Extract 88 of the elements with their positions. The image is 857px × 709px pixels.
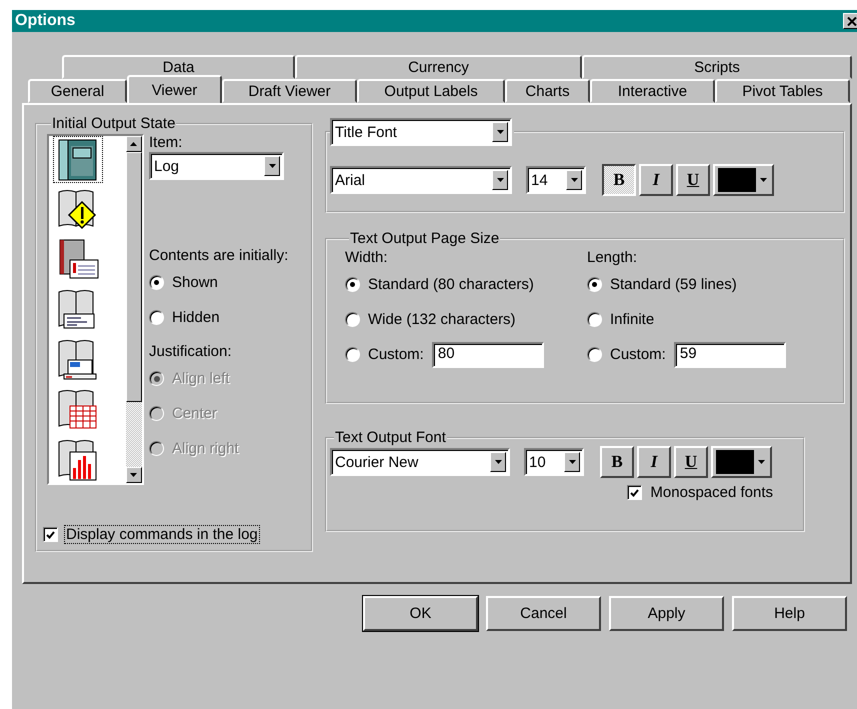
close-icon — [847, 16, 857, 26]
combo-value: Courier New — [335, 454, 420, 470]
color-picker-button[interactable] — [711, 446, 772, 478]
font-dropdown[interactable]: Arial — [330, 166, 512, 194]
close-button[interactable] — [843, 13, 857, 29]
radio-label[interactable]: Custom: — [610, 346, 666, 363]
radio-label[interactable]: Standard (80 characters) — [368, 276, 534, 293]
radio-label[interactable]: Standard (59 lines) — [610, 276, 737, 293]
combo-value: Arial — [335, 172, 366, 188]
dialog-button[interactable]: OK — [363, 596, 478, 631]
dropdown-button[interactable] — [492, 170, 508, 190]
radio-label[interactable]: Shown — [172, 274, 218, 291]
window-title: Options — [15, 12, 76, 30]
scroll-down-icon — [130, 473, 138, 477]
caret-icon — [496, 130, 504, 134]
checkbox-label[interactable]: Display commands in the log — [64, 525, 260, 544]
item-dropdown[interactable]: Log — [149, 152, 284, 180]
dropdown-button[interactable] — [264, 156, 280, 176]
group-title: Text Output Font — [334, 429, 447, 446]
dialog-button[interactable]: Apply — [609, 596, 724, 631]
combo-value: 14 — [531, 172, 549, 188]
radio-button[interactable] — [345, 277, 360, 292]
radio-button[interactable] — [345, 312, 360, 327]
combo-value: 10 — [529, 454, 547, 470]
dropdown-button[interactable] — [564, 452, 580, 472]
dropdown-button[interactable] — [566, 170, 582, 190]
tab[interactable]: Viewer — [127, 75, 222, 103]
radio-button[interactable] — [345, 347, 360, 362]
radio-label[interactable]: Infinite — [610, 311, 654, 328]
field-label: Width: — [345, 249, 389, 267]
field-label: Item: — [149, 134, 184, 152]
bold-button[interactable]: B — [602, 164, 636, 196]
tab[interactable]: Pivot Tables — [715, 79, 850, 103]
radio-label[interactable]: Wide (132 characters) — [368, 311, 516, 328]
font-category-dropdown[interactable]: Title Font — [330, 118, 512, 146]
radio-button[interactable] — [149, 275, 164, 290]
caret-icon — [268, 164, 276, 168]
radio-button[interactable] — [587, 312, 602, 327]
tab[interactable]: Interactive — [590, 79, 715, 103]
color-picker-button[interactable] — [713, 164, 774, 196]
field-label: Length: — [587, 249, 638, 267]
check-icon — [630, 488, 640, 496]
underline-button[interactable]: U — [676, 164, 710, 196]
radio-button[interactable] — [587, 347, 602, 362]
italic-button[interactable]: I — [637, 446, 671, 478]
font-dropdown[interactable]: Courier New — [330, 448, 510, 476]
dialog-button[interactable]: Cancel — [486, 596, 601, 631]
scroll-thumb[interactable] — [126, 152, 142, 402]
scrollbar[interactable] — [126, 136, 142, 483]
field-label: Contents are initially: — [149, 247, 288, 265]
radio-button[interactable] — [587, 277, 602, 292]
tab[interactable]: Output Labels — [357, 79, 505, 103]
checkbox-label[interactable]: Monospaced fonts — [650, 484, 773, 501]
radio-label[interactable]: Hidden — [172, 309, 220, 326]
tab[interactable]: Charts — [505, 79, 590, 103]
tab[interactable]: General — [28, 79, 127, 103]
dialog-button[interactable]: Help — [732, 596, 847, 631]
caret-icon — [496, 178, 504, 182]
scroll-up-icon — [130, 142, 138, 146]
underline-button[interactable]: U — [674, 446, 708, 478]
tab[interactable]: Scripts — [582, 55, 852, 79]
caret-icon — [760, 178, 767, 182]
input-field[interactable]: 80 — [432, 342, 544, 368]
caret-icon — [494, 460, 502, 464]
check-icon — [46, 530, 55, 538]
caret-icon — [568, 460, 576, 464]
list-item[interactable] — [53, 136, 103, 183]
checkbox[interactable] — [627, 485, 642, 500]
tab[interactable]: Draft Viewer — [222, 79, 357, 103]
combo-value: Title Font — [335, 124, 398, 140]
radio-label[interactable]: Custom: — [368, 346, 424, 363]
dropdown-button[interactable] — [490, 452, 506, 472]
caret-icon — [758, 460, 765, 464]
input-field[interactable]: 59 — [674, 342, 786, 368]
size-dropdown[interactable]: 14 — [526, 166, 586, 194]
caret-icon — [570, 178, 578, 182]
combo-value: Log — [154, 158, 180, 174]
bold-button[interactable]: B — [600, 446, 634, 478]
dropdown-button[interactable] — [492, 122, 508, 142]
group-title: Initial Output State — [51, 115, 176, 132]
checkbox[interactable] — [43, 527, 58, 542]
field-label: Justification: — [149, 343, 233, 361]
size-dropdown[interactable]: 10 — [524, 448, 584, 476]
italic-button[interactable]: I — [639, 164, 673, 196]
radio-button[interactable] — [149, 310, 164, 325]
tab[interactable]: Currency — [295, 55, 582, 79]
group-title: Text Output Page Size — [349, 230, 500, 247]
item-list[interactable] — [47, 134, 144, 485]
